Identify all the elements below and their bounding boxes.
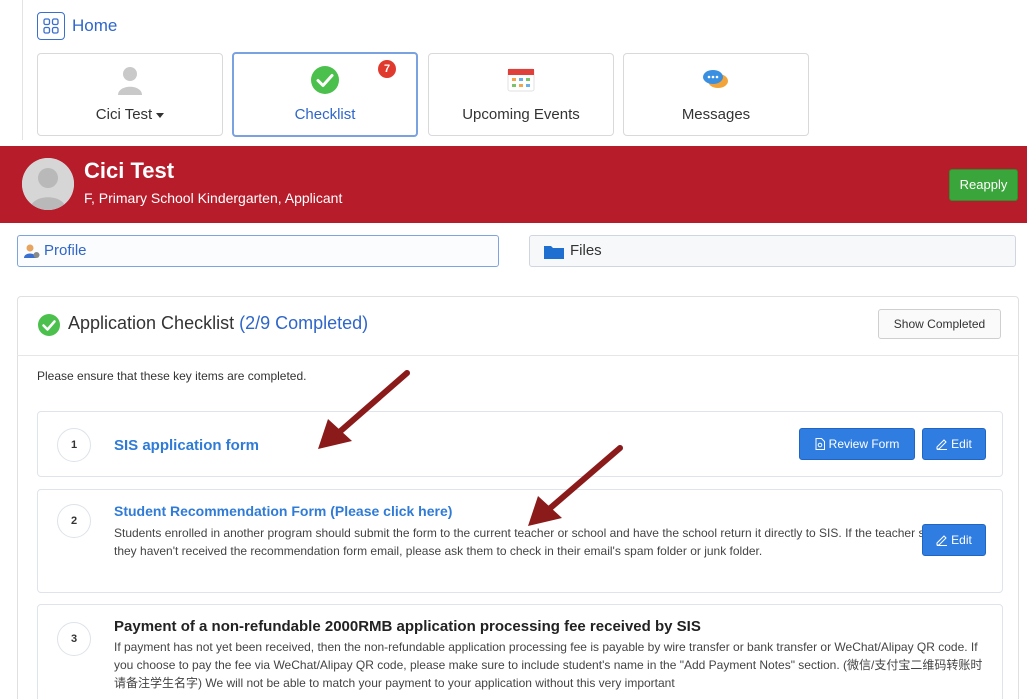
check-circle-icon: [311, 66, 339, 94]
tile-upcoming-events[interactable]: Upcoming Events: [428, 53, 614, 136]
review-form-button[interactable]: Review Form: [799, 428, 915, 460]
sis-application-form-link[interactable]: SIS application form: [114, 437, 259, 454]
review-form-label: Review Form: [828, 437, 900, 451]
item-number: 1: [57, 428, 91, 462]
edit-label: Edit: [951, 533, 972, 547]
tab-files[interactable]: Files: [529, 235, 1016, 267]
tab-profile[interactable]: Profile: [17, 235, 499, 267]
item-number: 2: [57, 504, 91, 538]
reapply-button[interactable]: Reapply: [949, 169, 1018, 201]
student-name: Cici Test: [84, 158, 175, 183]
folder-icon: [544, 246, 564, 259]
item-description: If payment has not yet been received, th…: [114, 640, 983, 690]
checklist-title: Application Checklist (2/9 Completed): [68, 313, 369, 333]
check-circle-icon: [38, 314, 60, 336]
edit-button[interactable]: Edit: [922, 428, 986, 460]
checklist-count: (2/9 Completed): [239, 313, 369, 333]
tab-profile-label: Profile: [44, 242, 87, 259]
item-description: Students enrolled in another program sho…: [114, 526, 944, 558]
student-subtitle: F, Primary School Kindergarten, Applican…: [84, 190, 343, 206]
edit-button[interactable]: Edit: [922, 524, 986, 556]
checklist-item-2: 2 Student Recommendation Form (Please cl…: [37, 489, 1003, 593]
caret-down-icon: [156, 112, 165, 118]
pencil-icon: [936, 535, 948, 546]
document-search-icon: [815, 438, 825, 450]
calendar-icon: [507, 68, 535, 92]
tile-messages-label: Messages: [681, 106, 751, 123]
tile-student-label: Cici Test: [38, 106, 222, 123]
tile-student[interactable]: Cici Test: [37, 53, 223, 136]
home-link[interactable]: Home: [72, 16, 117, 36]
notification-badge: 7: [378, 60, 396, 78]
tile-messages[interactable]: Messages: [623, 53, 809, 136]
student-recommendation-form-link[interactable]: Student Recommendation Form (Please clic…: [114, 503, 452, 519]
left-divider: [22, 0, 23, 140]
user-icon: [118, 67, 142, 95]
checklist-item-1: 1 SIS application form Review Form Edit: [37, 411, 1003, 477]
tile-checklist[interactable]: 7 Checklist: [232, 52, 418, 137]
pencil-icon: [936, 439, 948, 450]
avatar: [22, 158, 74, 210]
checklist-instruction: Please ensure that these key items are c…: [37, 369, 307, 383]
tile-checklist-label: Checklist: [294, 106, 356, 123]
tab-files-label: Files: [570, 242, 602, 259]
checklist-item-3: 3 Payment of a non-refundable 2000RMB ap…: [37, 604, 1003, 699]
item-number: 3: [57, 622, 91, 656]
home-grid-button[interactable]: [37, 12, 65, 40]
edit-label: Edit: [951, 437, 972, 451]
show-completed-button[interactable]: Show Completed: [878, 309, 1001, 339]
chat-bubbles-icon: [703, 70, 728, 88]
payment-item-title: Payment of a non-refundable 2000RMB appl…: [114, 618, 701, 635]
grid-icon: [43, 18, 59, 34]
avatar-silhouette-icon: [22, 158, 74, 210]
profile-user-icon: [24, 244, 40, 258]
tile-upcoming-events-label: Upcoming Events: [462, 106, 580, 123]
